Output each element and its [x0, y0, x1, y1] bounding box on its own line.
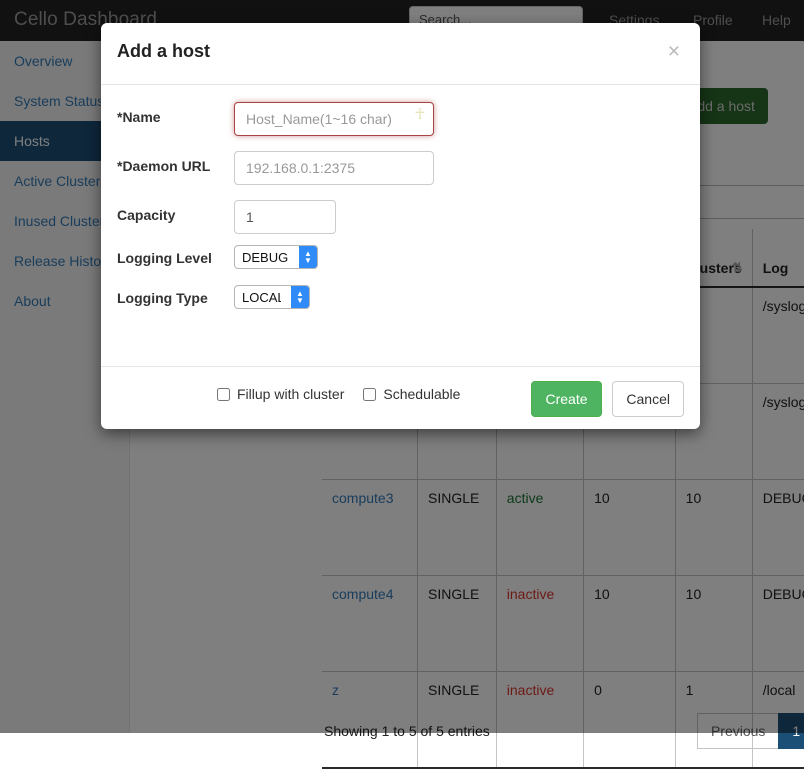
cancel-button[interactable]: Cancel — [612, 381, 684, 417]
capacity-input[interactable] — [234, 200, 336, 234]
host-name-input[interactable] — [234, 102, 434, 136]
modal-title: Add a host — [117, 41, 210, 61]
modal-body: *Name ☥ *Daemon URL Capacity Logging Lev… — [101, 85, 700, 402]
logging-type-select-wrap: LOCAL ▲ ▼ — [234, 285, 310, 309]
key-icon: ☥ — [414, 106, 426, 123]
daemon-url-label: *Daemon URL — [117, 158, 211, 174]
modal-header: Add a host × — [101, 23, 700, 85]
close-icon[interactable]: × — [662, 37, 686, 66]
daemon-url-input[interactable] — [234, 151, 434, 185]
capacity-label: Capacity — [117, 207, 176, 223]
create-button[interactable]: Create — [531, 381, 602, 417]
add-host-modal: Add a host × *Name ☥ *Daemon URL Capacit… — [101, 23, 700, 429]
logging-type-select[interactable]: LOCAL — [234, 285, 310, 309]
logging-type-label: Logging Type — [117, 290, 208, 306]
name-label: *Name — [117, 109, 161, 125]
logging-level-label: Logging Level — [117, 250, 212, 266]
logging-level-select-wrap: DEBUG ▲ ▼ — [234, 245, 318, 269]
modal-footer: Create Cancel — [101, 366, 700, 429]
logging-level-select[interactable]: DEBUG — [234, 245, 318, 269]
